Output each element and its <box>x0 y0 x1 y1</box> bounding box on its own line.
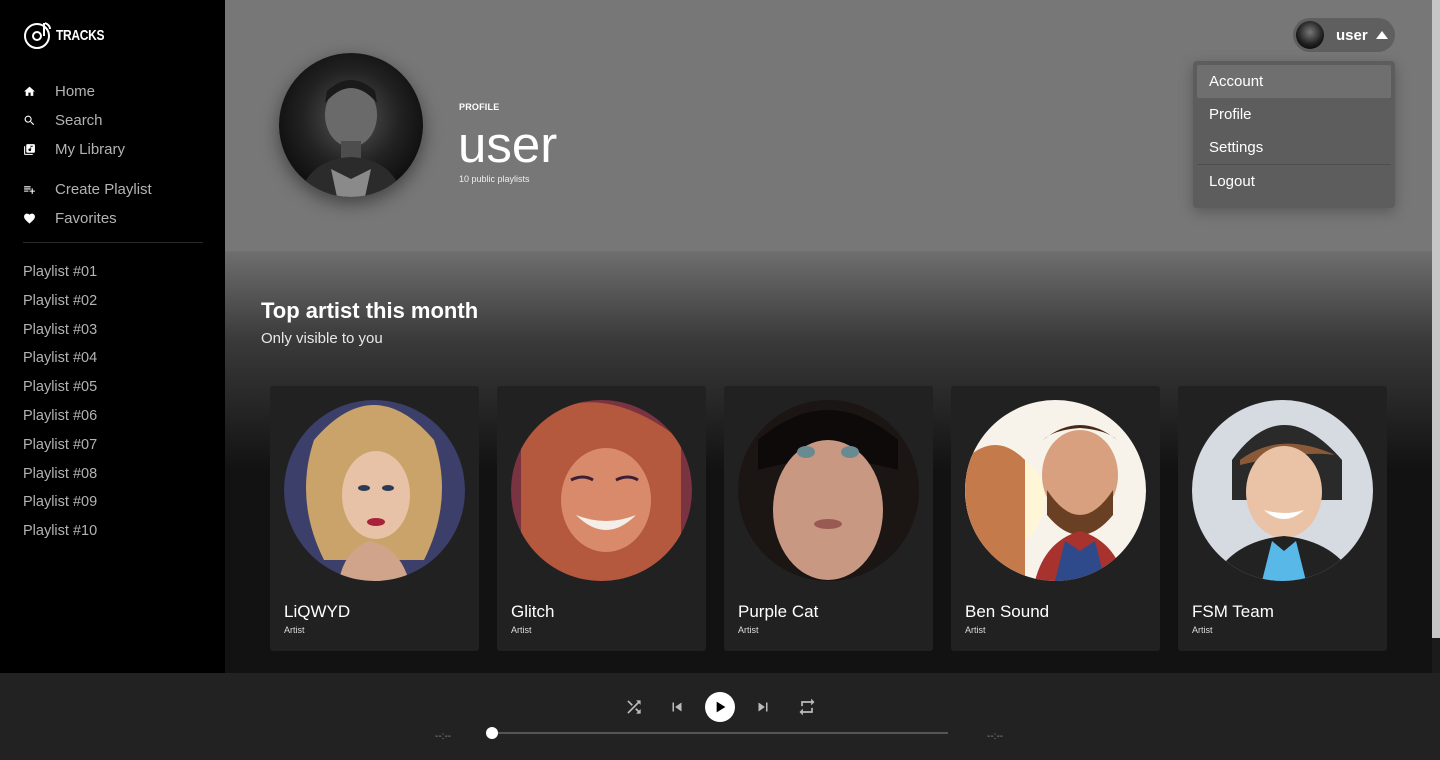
section-subtitle: Only visible to you <box>261 330 383 347</box>
menu-item-account[interactable]: Account <box>1197 65 1391 98</box>
playlist-list: Playlist #01 Playlist #02 Playlist #03 P… <box>23 258 97 546</box>
artist-photo <box>738 400 919 581</box>
artist-image <box>284 400 465 581</box>
user-menu-button[interactable]: user <box>1293 18 1395 52</box>
menu-item-logout[interactable]: Logout <box>1197 165 1391 198</box>
artist-card-list: LiQWYD Artist Glitch Artist Purple Cat A… <box>270 386 1387 651</box>
artist-type: Artist <box>284 625 305 635</box>
artist-type: Artist <box>1192 625 1213 635</box>
favorites-label: Favorites <box>55 210 117 227</box>
favorites-link[interactable]: Favorites <box>23 204 203 233</box>
user-dropdown-menu: Account Profile Settings Logout <box>1193 61 1395 208</box>
progress-knob[interactable] <box>486 727 498 739</box>
nav-home[interactable]: Home <box>23 77 203 106</box>
shuffle-button[interactable] <box>619 692 649 722</box>
nav-search[interactable]: Search <box>23 106 203 135</box>
sidebar-playlist-item[interactable]: Playlist #04 <box>23 344 97 373</box>
menu-item-profile[interactable]: Profile <box>1197 98 1391 131</box>
scrollbar-thumb[interactable] <box>1432 0 1440 638</box>
create-playlist-label: Create Playlist <box>55 181 152 198</box>
artist-type: Artist <box>511 625 532 635</box>
artist-card[interactable]: Glitch Artist <box>497 386 706 651</box>
artist-photo <box>965 400 1146 581</box>
section-title: Top artist this month <box>261 298 479 323</box>
sidebar: TRACKS Home Search My Library Create Pla… <box>0 0 225 673</box>
artist-photo <box>284 400 465 581</box>
user-menu-username: user <box>1336 26 1368 44</box>
artist-name: Ben Sound <box>965 602 1050 621</box>
nav-library[interactable]: My Library <box>23 135 203 164</box>
artist-image <box>511 400 692 581</box>
logo[interactable]: TRACKS <box>23 20 105 50</box>
artist-photo <box>511 400 692 581</box>
playlist-count: 10 public playlists <box>459 174 530 184</box>
artist-type: Artist <box>738 625 759 635</box>
nav-home-label: Home <box>55 83 96 100</box>
heart-icon <box>24 213 35 224</box>
next-button[interactable] <box>748 692 778 722</box>
home-icon <box>24 86 35 96</box>
logo-text: TRACKS <box>56 26 105 44</box>
artist-image <box>738 400 919 581</box>
search-icon <box>24 115 35 126</box>
library-icon <box>24 144 35 155</box>
skip-next-icon <box>758 702 768 712</box>
artist-name: Glitch <box>511 602 555 621</box>
sidebar-playlist-item[interactable]: Playlist #10 <box>23 517 97 546</box>
repeat-icon <box>799 698 815 716</box>
previous-button[interactable] <box>662 692 692 722</box>
artist-name: Purple Cat <box>738 602 819 621</box>
nav-search-label: Search <box>55 112 103 129</box>
sidebar-playlist-item[interactable]: Playlist #03 <box>23 316 97 345</box>
sidebar-playlist-item[interactable]: Playlist #08 <box>23 460 97 489</box>
play-icon <box>716 701 726 713</box>
profile-avatar <box>279 53 423 197</box>
artist-name: FSM Team <box>1192 602 1274 621</box>
artist-type: Artist <box>965 625 986 635</box>
caret-up-icon <box>1375 31 1388 39</box>
artist-photo <box>1192 400 1373 581</box>
sidebar-playlist-item[interactable]: Playlist #02 <box>23 287 97 316</box>
logo-icon <box>24 22 51 49</box>
main-nav: Home Search My Library Create Playlist F… <box>23 77 203 233</box>
playlist-add-icon <box>24 186 35 194</box>
repeat-button[interactable] <box>792 692 822 722</box>
main-content: PROFILE user 10 public playlists user Ac… <box>225 0 1432 673</box>
menu-item-settings[interactable]: Settings <box>1197 131 1391 164</box>
profile-type-label: PROFILE <box>459 102 500 112</box>
artist-image <box>965 400 1146 581</box>
skip-previous-icon <box>672 702 682 712</box>
artist-image <box>1192 400 1373 581</box>
play-button[interactable] <box>705 692 735 722</box>
sidebar-playlist-item[interactable]: Playlist #05 <box>23 373 97 402</box>
sidebar-divider <box>23 242 203 243</box>
artist-card[interactable]: Ben Sound Artist <box>951 386 1160 651</box>
sidebar-playlist-item[interactable]: Playlist #01 <box>23 258 97 287</box>
sidebar-playlist-item[interactable]: Playlist #07 <box>23 431 97 460</box>
duration-time: --:-- <box>987 731 1004 742</box>
profile-photo <box>299 80 403 197</box>
artist-card[interactable]: Purple Cat Artist <box>724 386 933 651</box>
progress-track[interactable] <box>492 732 948 734</box>
shuffle-icon <box>627 700 641 714</box>
elapsed-time: --:-- <box>435 731 452 742</box>
page-title: user <box>458 116 558 173</box>
sidebar-playlist-item[interactable]: Playlist #06 <box>23 402 97 431</box>
create-playlist-button[interactable]: Create Playlist <box>23 175 203 204</box>
artist-card[interactable]: LiQWYD Artist <box>270 386 479 651</box>
sidebar-playlist-item[interactable]: Playlist #09 <box>23 488 97 517</box>
artist-card[interactable]: FSM Team Artist <box>1178 386 1387 651</box>
app-root: TRACKS Home Search My Library Create Pla… <box>0 0 1440 760</box>
avatar <box>1296 21 1324 49</box>
artist-name: LiQWYD <box>284 602 351 621</box>
nav-library-label: My Library <box>55 141 126 158</box>
